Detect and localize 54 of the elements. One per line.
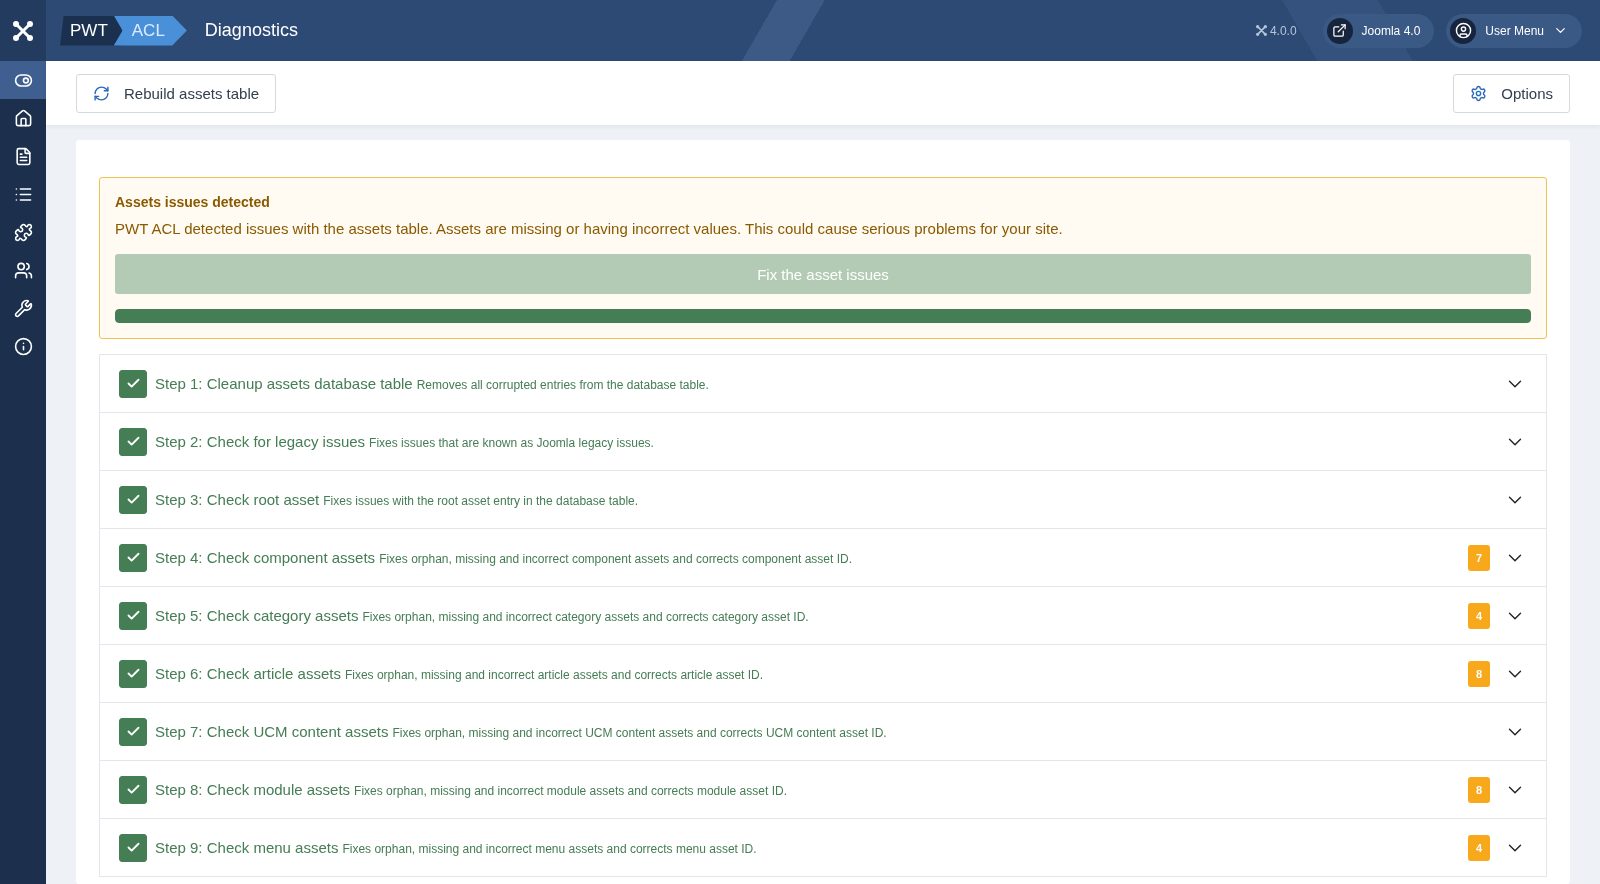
- rebuild-button[interactable]: Rebuild assets table: [76, 73, 277, 113]
- count-badge: 8: [1468, 660, 1490, 687]
- checkbox[interactable]: [119, 427, 147, 456]
- step-text: Step 8: Check module assets Fixes orphan, missing and incorrect module assets and corrects module asset ID.: [155, 781, 788, 798]
- step-text: Step 5: Check category assets Fixes orphan, missing and incorrect category assets and corrects category asset ID.: [155, 607, 810, 624]
- step-text: Step 7: Check UCM content assets Fixes orphan, missing and incorrect UCM content assets and corrects UCM content asset ID.: [155, 723, 888, 740]
- version-text: 4.0.0: [1269, 23, 1297, 38]
- version-icon: [1255, 25, 1267, 36]
- user-menu-button[interactable]: User Menu: [1446, 13, 1582, 48]
- refresh-icon: [93, 84, 110, 102]
- checkbox[interactable]: [119, 601, 147, 630]
- check-icon: [125, 434, 141, 449]
- checkbox[interactable]: [119, 659, 147, 688]
- checkbox[interactable]: [119, 485, 147, 514]
- check-icon: [125, 492, 141, 507]
- count-badge: 4: [1468, 602, 1490, 629]
- checkbox[interactable]: [119, 717, 147, 746]
- page-title: Diagnostics: [204, 20, 299, 41]
- checkbox[interactable]: [119, 369, 147, 398]
- home-icon: [13, 108, 33, 128]
- checkbox[interactable]: [119, 833, 147, 862]
- check-icon: [125, 840, 141, 855]
- count-badge: 7: [1468, 544, 1490, 571]
- puzzle-icon: [13, 222, 33, 242]
- logo-right: ACL: [113, 15, 187, 46]
- info-icon: [13, 336, 33, 356]
- external-link-icon: [1332, 23, 1348, 38]
- check-icon: [125, 376, 141, 391]
- wrench-icon: [13, 298, 33, 318]
- check-icon: [125, 666, 141, 681]
- check-icon: [125, 782, 141, 797]
- check-icon: [125, 608, 141, 623]
- step-text: Step 6: Check article assets Fixes orphan, missing and incorrect article assets and corrects article asset ID.: [155, 665, 765, 682]
- joomla-logo-icon: [13, 20, 33, 41]
- checkbox[interactable]: [119, 543, 147, 572]
- check-icon: [125, 724, 141, 739]
- options-button[interactable]: Options: [1453, 73, 1570, 113]
- alert-message: PWT ACL detected issues with the assets table. Assets are missing or having incorrect values. This could cause serious problems for your site.: [115, 220, 1064, 237]
- checkbox[interactable]: [119, 775, 147, 804]
- step-text: Step 2: Check for legacy issues Fixes issues that are known as Joomla legacy issues.: [155, 433, 655, 450]
- user-icon: [1454, 22, 1472, 39]
- count-badge: 4: [1468, 834, 1490, 861]
- file-icon: [13, 146, 33, 166]
- alert-title: Assets issues detected: [115, 194, 271, 210]
- settings-icon: [1470, 84, 1488, 102]
- users-icon: [13, 260, 33, 280]
- step-text: Step 9: Check menu assets Fixes orphan, missing and incorrect menu assets and corrects menu asset ID.: [155, 839, 758, 856]
- count-badge: 8: [1468, 776, 1490, 803]
- step-text: Step 3: Check root asset Fixes issues with the root asset entry in the database table.: [155, 491, 640, 508]
- step-text: Step 4: Check component assets Fixes orphan, missing and incorrect component assets and corrects component asset ID.: [155, 549, 854, 566]
- check-icon: [125, 550, 141, 565]
- sidebar-item[interactable]: [0, 61, 46, 99]
- step-text: Step 1: Cleanup assets database table Removes all corrupted entries from the database table.: [155, 375, 710, 392]
- site-link-button[interactable]: Joomla 4.0: [1322, 13, 1435, 48]
